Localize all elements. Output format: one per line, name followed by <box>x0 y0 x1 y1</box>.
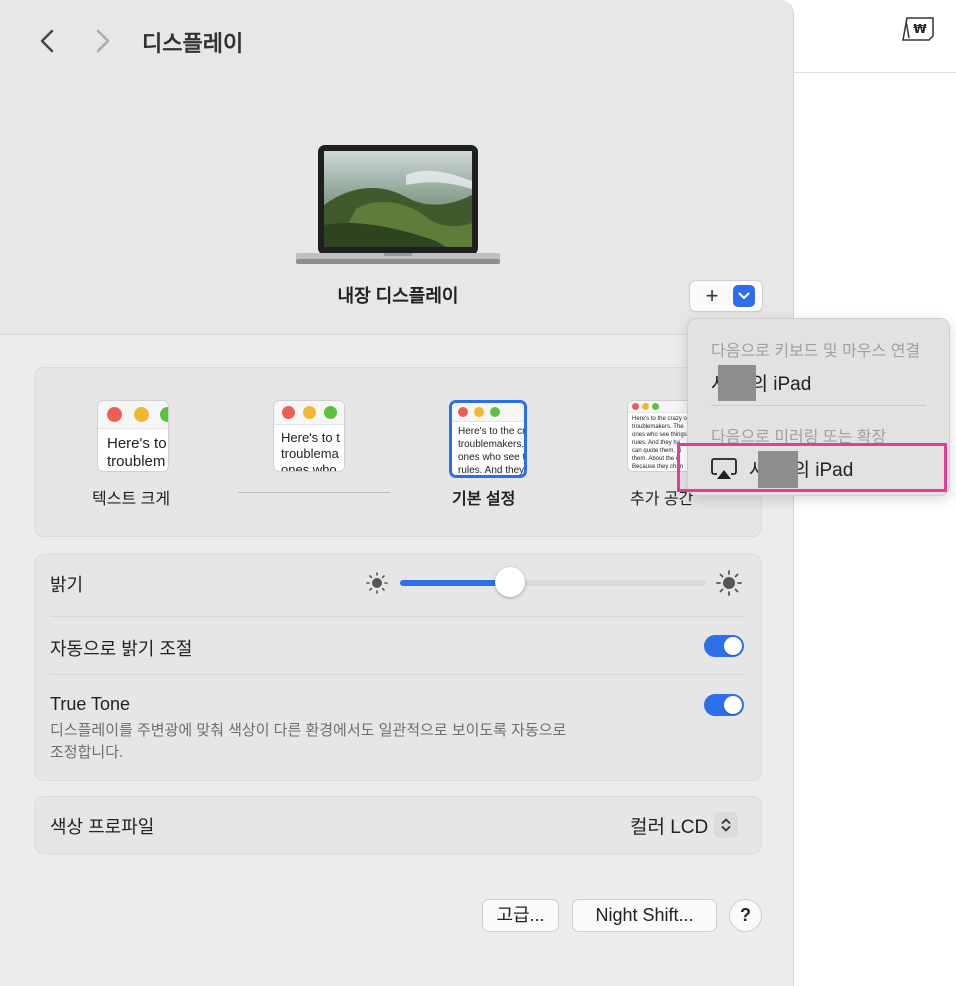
preview-line: ones who see t <box>458 452 526 463</box>
chevron-down-button[interactable] <box>733 285 755 307</box>
up-down-chevron-icon <box>714 812 739 838</box>
svg-text:₩: ₩ <box>913 22 927 36</box>
plus-icon: + <box>705 283 719 308</box>
true-tone-toggle[interactable] <box>704 694 744 716</box>
night-shift-button[interactable]: Night Shift... <box>572 899 717 932</box>
resolution-label-default: 기본 설정 <box>452 491 516 508</box>
color-profile-value: 컬러 LCD <box>630 816 709 838</box>
add-display-button[interactable]: + <box>689 280 763 312</box>
brightness-label: 밝기 <box>50 575 84 595</box>
laptop-display-icon[interactable] <box>296 145 500 270</box>
display-header: 디스플레이 내장 디스플레이 + <box>0 0 793 335</box>
chevron-right-icon <box>96 29 110 53</box>
resolution-scale-line <box>238 492 390 493</box>
won-input-source-icon[interactable]: ₩ <box>901 16 935 44</box>
page-title: 디스플레이 <box>142 31 244 56</box>
brightness-slider-fill <box>400 580 510 586</box>
preview-line: Here's to the cr <box>458 426 526 437</box>
preview-line: troublema <box>281 446 339 461</box>
settings-window: 디스플레이 내장 디스플레이 + Here's to troublem 텍스트 … <box>0 0 794 986</box>
menu-divider <box>711 405 926 406</box>
background-divider <box>794 72 956 73</box>
true-tone-description-line: 조정합니다. <box>50 744 124 761</box>
menu-header-keyboard-mouse: 다음으로 키보드 및 마우스 연결 <box>711 343 921 360</box>
preview-line: troublemakers. <box>458 439 525 450</box>
display-name: 내장 디스플레이 <box>337 286 459 306</box>
chevron-down-icon <box>738 292 750 299</box>
auto-brightness-label: 자동으로 밝기 조절 <box>50 639 193 659</box>
redacted-name <box>718 365 756 401</box>
chevron-left-icon <box>40 29 54 53</box>
resolution-option-default[interactable]: Here's to the cr troublemakers. ones who… <box>449 400 527 478</box>
forward-button[interactable] <box>88 26 118 56</box>
divider <box>50 616 745 617</box>
help-button[interactable]: ? <box>729 899 762 932</box>
resolution-option-2[interactable]: Here's to t troublema ones who <box>273 400 345 472</box>
back-button[interactable] <box>32 26 62 56</box>
auto-brightness-toggle[interactable] <box>704 635 744 657</box>
resolution-label-larger-text: 텍스트 크게 <box>92 491 171 508</box>
brightness-slider-knob[interactable] <box>495 567 525 597</box>
preview-line: Here's to <box>107 435 167 452</box>
true-tone-description: 디스플레이를 주변광에 맞춰 색상이 다른 환경에서도 일관적으로 보이도록 자… <box>50 720 566 764</box>
preview-line: rules. And they <box>458 465 525 476</box>
preview-line: Here's to t <box>281 430 340 445</box>
true-tone-description-line: 디스플레이를 주변광에 맞춰 색상이 다른 환경에서도 일관적으로 보이도록 자… <box>50 722 567 739</box>
resolution-option-larger-text[interactable]: Here's to troublem <box>97 400 169 472</box>
divider <box>50 674 745 675</box>
sun-large-icon <box>716 570 742 596</box>
menu-item-name-suffix: 의 iPad <box>750 374 812 395</box>
preview-line: ones who <box>281 462 337 472</box>
color-profile-select[interactable]: 컬러 LCD <box>630 811 739 839</box>
advanced-button[interactable]: 고급... <box>482 899 559 932</box>
highlight-box <box>677 443 947 492</box>
preview-line: troublem <box>107 453 166 470</box>
true-tone-label: True Tone <box>50 694 131 714</box>
brightness-slider[interactable] <box>400 567 706 597</box>
color-profile-label: 색상 프로파일 <box>50 817 155 837</box>
sun-small-icon <box>366 572 388 594</box>
